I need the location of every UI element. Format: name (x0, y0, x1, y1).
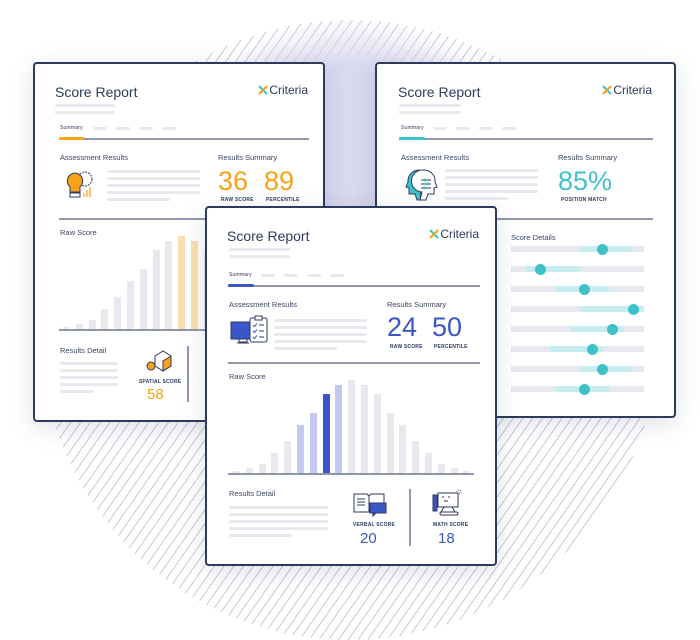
histogram-bar (309, 413, 317, 473)
results-summary-label: Results Summary (218, 153, 278, 162)
histogram-bar (284, 441, 292, 473)
score-row (511, 263, 644, 275)
math-score-value: 18 (438, 530, 455, 547)
histogram-bar (361, 385, 368, 473)
criteria-logo-text: Criteria (613, 83, 652, 97)
card-title: Score Report (227, 228, 310, 244)
assessment-results-label: Assessment Results (401, 153, 469, 162)
histogram-bar (88, 320, 96, 329)
percentile-label: PERCENTILE (434, 344, 468, 350)
score-report-card-front: Score Report Criteria Summary Assessment… (205, 206, 497, 566)
histogram-bar (297, 425, 304, 473)
score-row (511, 283, 644, 295)
math-score-label: MATH SCORE (433, 522, 469, 528)
tab-summary[interactable]: Summary (229, 272, 252, 278)
histogram-bar (152, 250, 160, 329)
card-title: Score Report (55, 84, 138, 100)
score-details-list (511, 243, 644, 406)
verbal-score-value: 20 (360, 530, 377, 547)
assessment-results-label: Assessment Results (229, 300, 297, 309)
histogram-bar (191, 241, 198, 329)
tab-summary[interactable]: Summary (60, 125, 83, 131)
position-match-value: 85% (558, 166, 613, 196)
histogram-bar (386, 413, 394, 473)
criteria-logo-text: Criteria (269, 83, 308, 97)
book-chat-icon (353, 493, 387, 517)
percentile-label: PERCENTILE (266, 197, 300, 203)
score-marker (534, 263, 546, 275)
histogram-bar (399, 425, 407, 473)
histogram-bar (127, 281, 134, 329)
results-summary-label: Results Summary (387, 300, 447, 309)
score-row (511, 243, 644, 255)
histogram-bar (373, 394, 381, 473)
score-marker (597, 243, 609, 255)
criteria-x-mark-icon (258, 85, 269, 95)
whiteboard-math-icon (432, 489, 462, 516)
spatial-score-value: 58 (147, 386, 164, 403)
raw-score-value: 24 (387, 312, 418, 342)
histogram-bar (258, 464, 266, 473)
score-row (511, 383, 644, 395)
criteria-logo: Criteria (601, 83, 652, 97)
histogram-bar (322, 394, 330, 473)
score-row (511, 323, 644, 335)
score-marker (578, 283, 590, 295)
criteria-x-mark-icon (602, 85, 613, 95)
raw-score-histogram (229, 378, 473, 473)
score-row (511, 363, 644, 375)
score-marker (627, 303, 639, 315)
score-marker (597, 363, 609, 375)
histogram-bar (437, 464, 445, 473)
score-marker (586, 343, 598, 355)
score-range-band (525, 266, 581, 272)
criteria-logo: Criteria (428, 227, 479, 241)
card-title: Score Report (398, 84, 481, 100)
results-detail-label: Results Detail (229, 489, 276, 498)
assessment-results-label: Assessment Results (60, 153, 128, 162)
score-details-label: Score Details (511, 233, 556, 242)
position-match-label: POSITION MATCH (561, 197, 607, 203)
verbal-score-label: VERBAL SCORE (353, 522, 396, 528)
histogram-bar (101, 309, 109, 329)
tab-summary[interactable]: Summary (401, 125, 424, 131)
criteria-logo-text: Criteria (440, 227, 479, 241)
histogram-bar (165, 241, 173, 329)
percentile-value: 89 (264, 166, 295, 196)
percentile-value: 50 (432, 312, 463, 342)
lightbulb-gear-icon (66, 171, 93, 198)
raw-score-value: 36 (218, 166, 249, 196)
criteria-logo: Criteria (257, 83, 308, 97)
results-detail-label: Results Detail (60, 346, 107, 355)
monitor-checklist-icon (230, 315, 268, 344)
heads-sliders-icon (405, 169, 438, 201)
results-summary-label: Results Summary (558, 153, 618, 162)
histogram-bar (114, 297, 122, 329)
raw-score-label: RAW SCORE (390, 344, 423, 350)
raw-score-label: RAW SCORE (221, 197, 254, 203)
score-row (511, 303, 644, 315)
histogram-bar (178, 236, 186, 329)
cubes-gear-icon (146, 350, 172, 372)
histogram-bar (412, 441, 420, 473)
histogram-bar (139, 269, 147, 329)
score-marker (606, 323, 618, 335)
criteria-x-mark-icon (429, 229, 440, 239)
histogram-bar (425, 453, 432, 473)
spatial-score-label: SPATIAL SCORE (139, 379, 182, 385)
histogram-bar (348, 380, 356, 473)
score-marker (578, 383, 590, 395)
score-row (511, 343, 644, 355)
histogram-bar (335, 385, 343, 473)
histogram-bar (271, 453, 279, 473)
